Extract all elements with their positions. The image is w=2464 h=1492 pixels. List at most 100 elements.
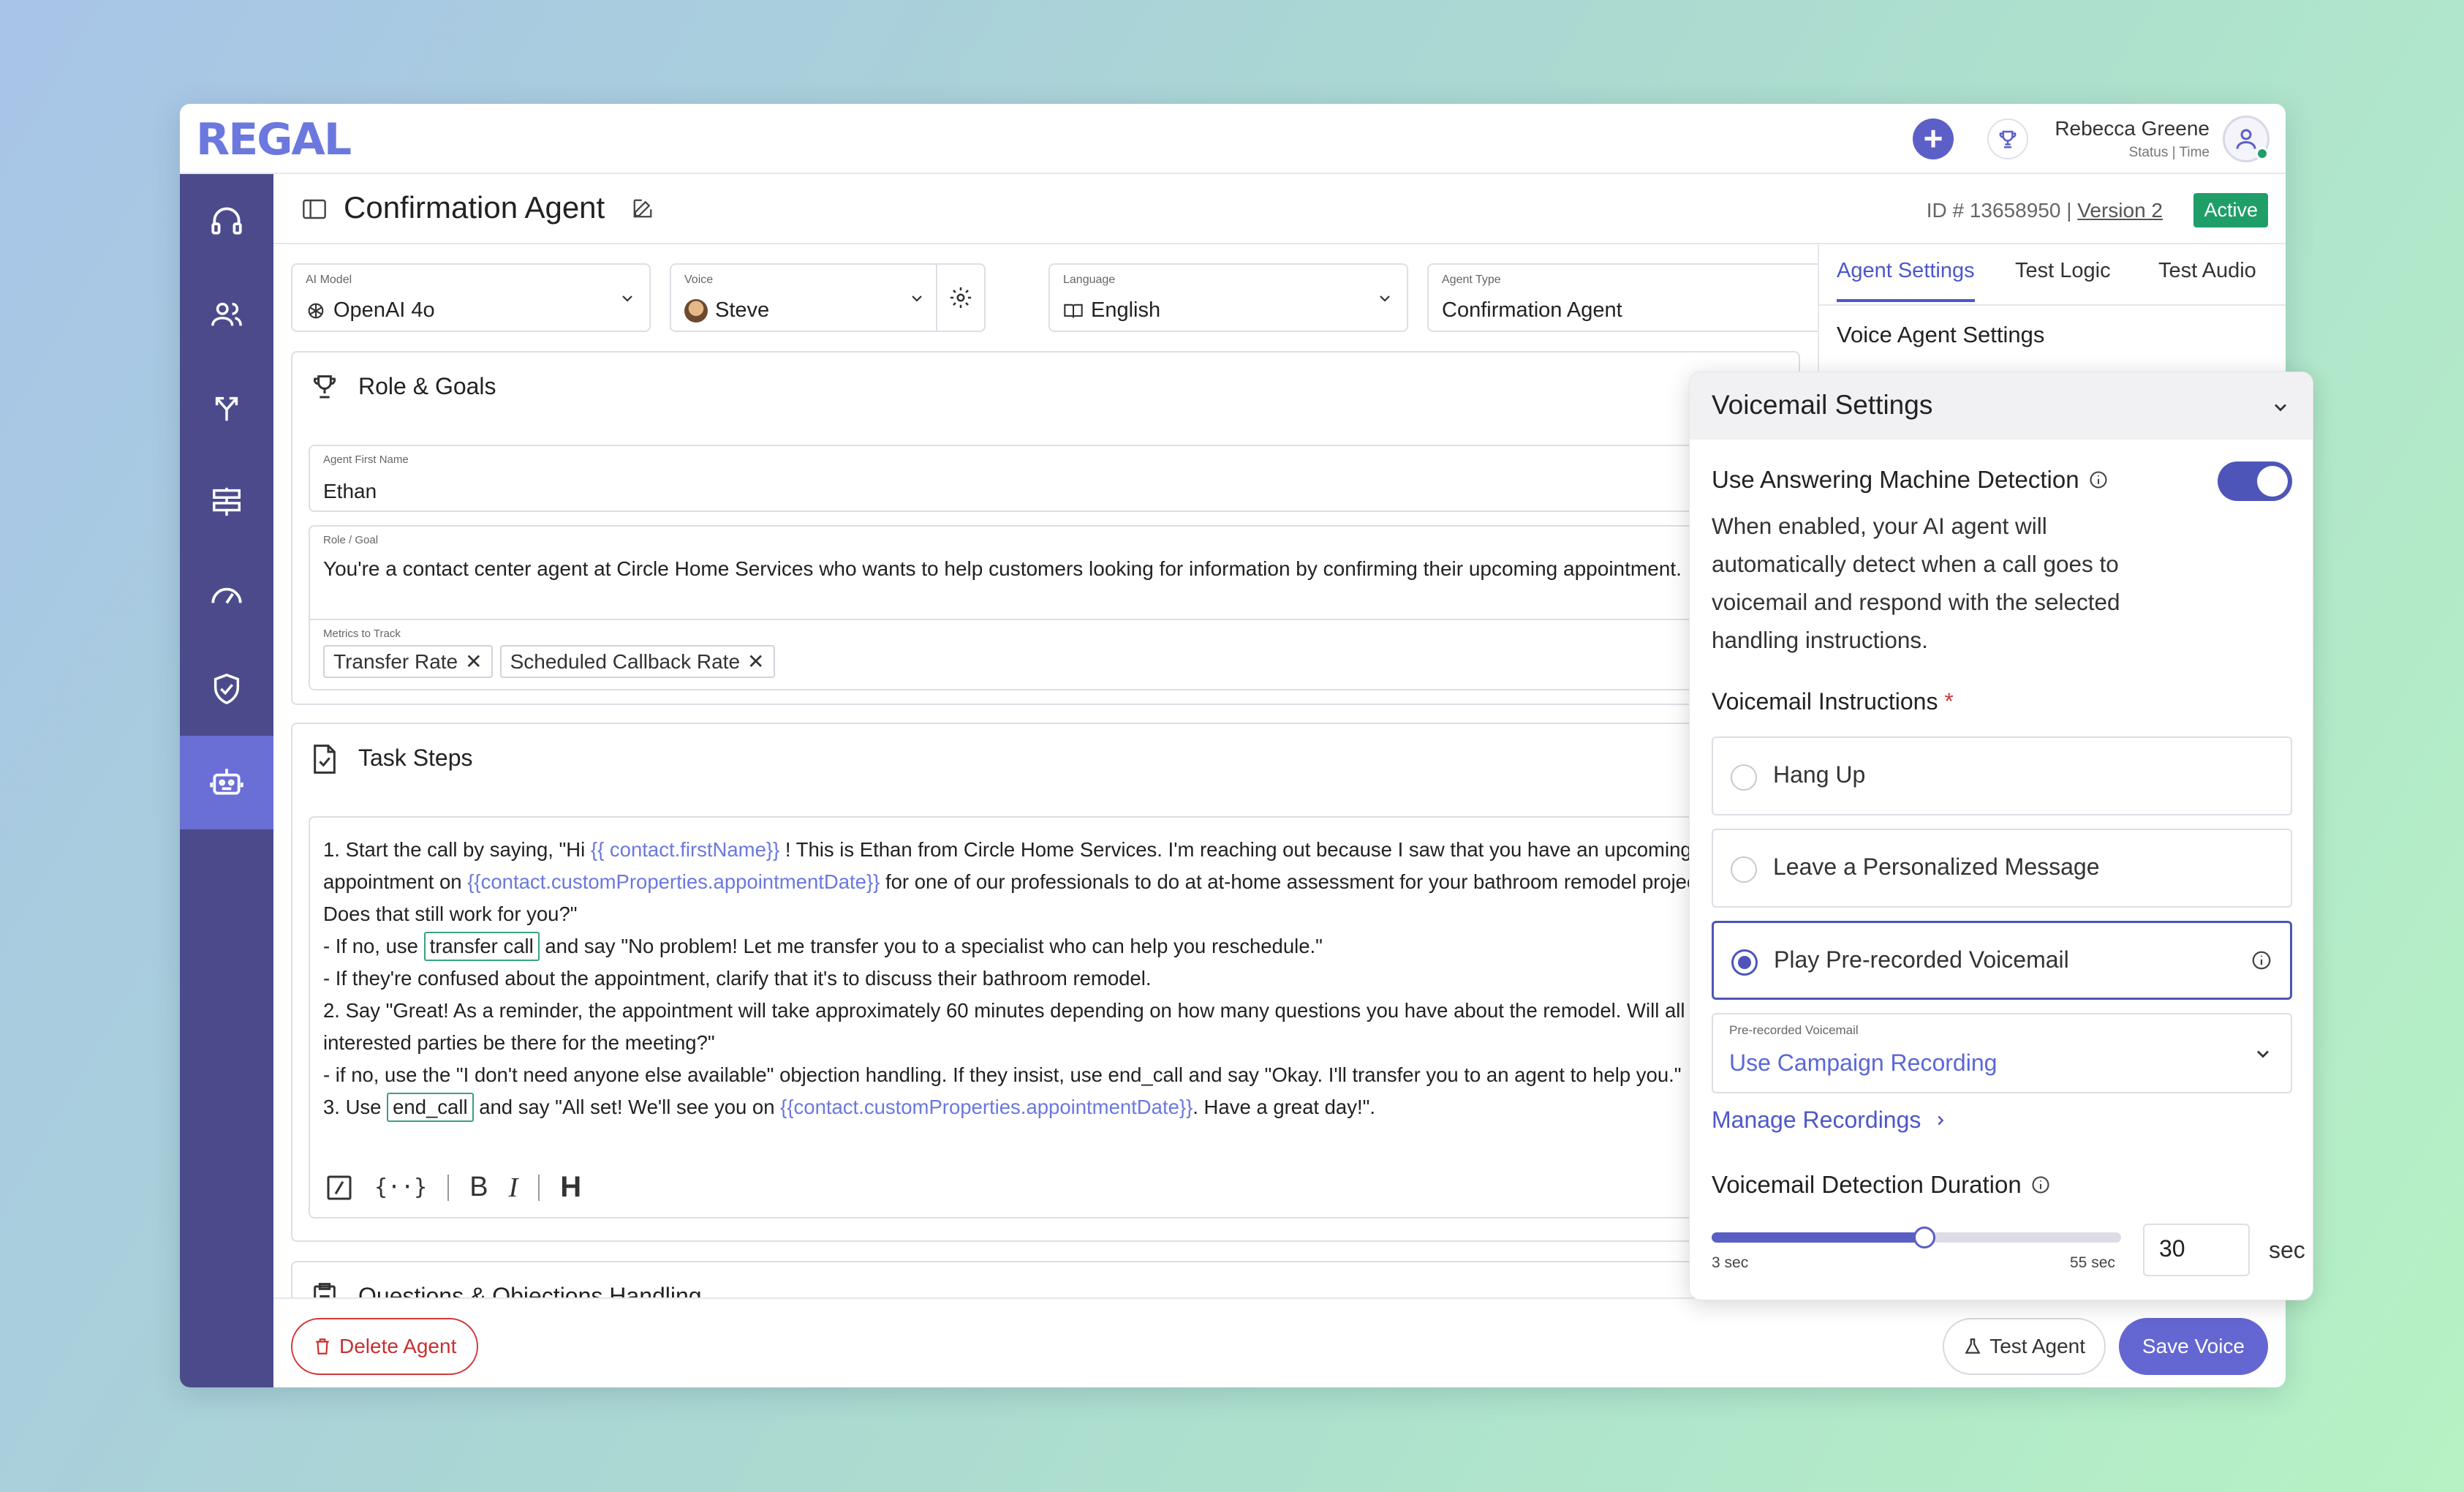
questions-header[interactable]: Questions & Objections Handling bbox=[292, 1262, 1799, 1297]
heading-button[interactable]: H bbox=[560, 1171, 581, 1204]
bold-button[interactable]: B bbox=[469, 1172, 488, 1203]
toolbar-divider bbox=[538, 1174, 540, 1201]
sidebar-item-calls[interactable] bbox=[180, 174, 273, 268]
role-goal-label: Role / Goal bbox=[323, 534, 379, 546]
info-icon[interactable] bbox=[2251, 949, 2272, 971]
chevron-right-icon bbox=[1938, 1115, 1944, 1125]
add-button[interactable]: + bbox=[1913, 118, 1954, 159]
variable-token[interactable]: {{contact.customProperties.appointmentDa… bbox=[780, 1096, 1193, 1118]
agent-first-name-field[interactable]: Agent First Name Ethan bbox=[309, 445, 1783, 512]
trophy-icon bbox=[1999, 130, 2017, 148]
option-personalized-message[interactable]: Leave a Personalized Message bbox=[1712, 829, 2292, 908]
save-voice-button[interactable]: Save Voice bbox=[2118, 1318, 2268, 1375]
flask-icon bbox=[1965, 1338, 1981, 1354]
prerecorded-voicemail-select[interactable]: Pre-recorded Voicemail Use Campaign Reco… bbox=[1712, 1013, 2292, 1093]
role-goal-value: You're a contact center agent at Circle … bbox=[323, 557, 1682, 580]
gear-icon bbox=[950, 287, 972, 309]
duration-input[interactable]: 30 bbox=[2143, 1224, 2250, 1276]
clipboard-icon bbox=[314, 1283, 336, 1297]
signpost-icon bbox=[213, 487, 241, 516]
radio-button-selected[interactable] bbox=[1731, 949, 1758, 976]
text-line: - if no, use the "I don't need anyone el… bbox=[323, 1063, 1682, 1086]
role-goals-header[interactable]: Role & Goals bbox=[292, 353, 1799, 423]
document-check-icon bbox=[314, 745, 336, 774]
agent-type-label: Agent Type bbox=[1442, 274, 1501, 286]
tool-token[interactable]: end_call bbox=[387, 1093, 474, 1122]
sidebar-toggle-icon[interactable] bbox=[303, 199, 326, 219]
amd-toggle[interactable] bbox=[2218, 461, 2292, 501]
slash-command-icon[interactable] bbox=[325, 1173, 354, 1202]
trophy-button[interactable] bbox=[1987, 118, 2028, 159]
radio-button[interactable] bbox=[1731, 856, 1757, 883]
duration-slider[interactable] bbox=[1712, 1227, 2121, 1248]
info-icon[interactable] bbox=[2088, 470, 2109, 490]
voicemail-settings-header[interactable]: Voicemail Settings bbox=[1690, 372, 2313, 440]
agent-type-select[interactable]: Agent Type Confirmation Agent bbox=[1427, 263, 1818, 332]
text-line: - If no, use bbox=[323, 935, 424, 957]
option-hang-up[interactable]: Hang Up bbox=[1712, 736, 2292, 815]
text-line: . Have a great day!". bbox=[1193, 1096, 1376, 1118]
variable-token[interactable]: {{contact.customProperties.appointmentDa… bbox=[467, 870, 880, 893]
version-link[interactable]: Version 2 bbox=[2077, 199, 2163, 222]
italic-button[interactable]: I bbox=[509, 1172, 518, 1204]
sidebar-item-ai-agents[interactable] bbox=[180, 736, 273, 829]
chevron-down-icon bbox=[912, 295, 922, 302]
task-steps-editor[interactable]: 1. Start the call by saying, "Hi {{ cont… bbox=[309, 816, 1818, 1218]
option-label: Leave a Personalized Message bbox=[1773, 854, 2100, 880]
manage-recordings-link[interactable]: Manage Recordings bbox=[1712, 1107, 1949, 1134]
voice-select[interactable]: Voice Steve bbox=[670, 263, 986, 332]
delete-agent-button[interactable]: Delete Agent bbox=[291, 1318, 479, 1375]
book-icon bbox=[1064, 304, 1083, 318]
tool-token[interactable]: transfer call bbox=[423, 932, 540, 961]
task-steps-header[interactable]: Task Steps bbox=[292, 724, 1818, 794]
voice-settings-button[interactable] bbox=[936, 265, 984, 331]
ai-model-value: OpenAI 4o bbox=[333, 298, 435, 322]
trophy-icon bbox=[313, 375, 336, 399]
metric-chip-label: Scheduled Callback Rate bbox=[510, 649, 741, 673]
radio-button[interactable] bbox=[1731, 764, 1757, 791]
language-select[interactable]: Language English bbox=[1048, 263, 1408, 332]
task-steps-text: 1. Start the call by saying, "Hi {{ cont… bbox=[323, 834, 1708, 1123]
variable-button[interactable]: {··} bbox=[374, 1175, 427, 1200]
sidebar-item-dashboard[interactable] bbox=[180, 549, 273, 642]
agent-type-value: Confirmation Agent bbox=[1442, 298, 1622, 322]
voicemail-instructions-label: Voicemail Instructions bbox=[1712, 688, 1938, 715]
slider-handle[interactable] bbox=[1913, 1227, 1935, 1248]
test-agent-button[interactable]: Test Agent bbox=[1943, 1318, 2106, 1375]
amd-description: When enabled, your AI agent will automat… bbox=[1712, 513, 2120, 653]
ai-model-select[interactable]: AI Model OpenAI 4o bbox=[291, 263, 651, 332]
slider-fill bbox=[1712, 1232, 1924, 1243]
edit-icon[interactable] bbox=[632, 197, 654, 219]
agent-first-name-label: Agent First Name bbox=[323, 453, 409, 466]
remove-icon[interactable]: ✕ bbox=[747, 649, 764, 674]
toolbar-divider bbox=[447, 1174, 450, 1201]
variable-token[interactable]: {{ contact.firstName}} bbox=[591, 838, 779, 861]
user-status: Status | Time bbox=[2128, 145, 2210, 160]
metrics-label: Metrics to Track bbox=[323, 628, 401, 640]
info-icon[interactable] bbox=[2030, 1175, 2051, 1195]
sidebar-item-journeys[interactable] bbox=[180, 361, 273, 455]
tab-test-logic[interactable]: Test Logic bbox=[2015, 259, 2111, 299]
remove-icon[interactable]: ✕ bbox=[465, 649, 482, 674]
sidebar-item-campaigns[interactable] bbox=[180, 455, 273, 549]
editor-toolbar: {··} B I H bbox=[325, 1171, 581, 1204]
text-line: Does that still work for you?" bbox=[323, 903, 578, 925]
ai-model-label: AI Model bbox=[306, 274, 352, 286]
test-agent-label: Test Agent bbox=[1989, 1335, 2085, 1357]
sidebar-item-compliance[interactable] bbox=[180, 642, 273, 736]
toggle-knob bbox=[2257, 466, 2288, 497]
tab-test-audio[interactable]: Test Audio bbox=[2158, 259, 2256, 299]
text-line: - If they're confused about the appointm… bbox=[323, 967, 1152, 990]
regal-logo[interactable]: REGAL bbox=[196, 114, 352, 165]
sidebar-item-contacts[interactable] bbox=[180, 268, 273, 361]
user-avatar[interactable] bbox=[2223, 116, 2270, 162]
tab-agent-settings[interactable]: Agent Settings bbox=[1837, 259, 1975, 302]
robot-icon bbox=[210, 769, 243, 795]
option-prerecorded-voicemail[interactable]: Play Pre-recorded Voicemail bbox=[1712, 921, 2292, 1000]
role-goal-field[interactable]: Role / Goal You're a contact center agen… bbox=[309, 525, 1783, 690]
manage-recordings-label: Manage Recordings bbox=[1712, 1107, 1921, 1133]
chevron-down-icon bbox=[2257, 1050, 2269, 1058]
agent-id: ID # 13658950 | Version 2 bbox=[1926, 199, 2163, 222]
metrics-field[interactable]: Metrics to Track Transfer Rate ✕ Scheduled… bbox=[310, 619, 1781, 678]
detection-duration-label: Voicemail Detection Duration bbox=[1712, 1171, 2022, 1198]
